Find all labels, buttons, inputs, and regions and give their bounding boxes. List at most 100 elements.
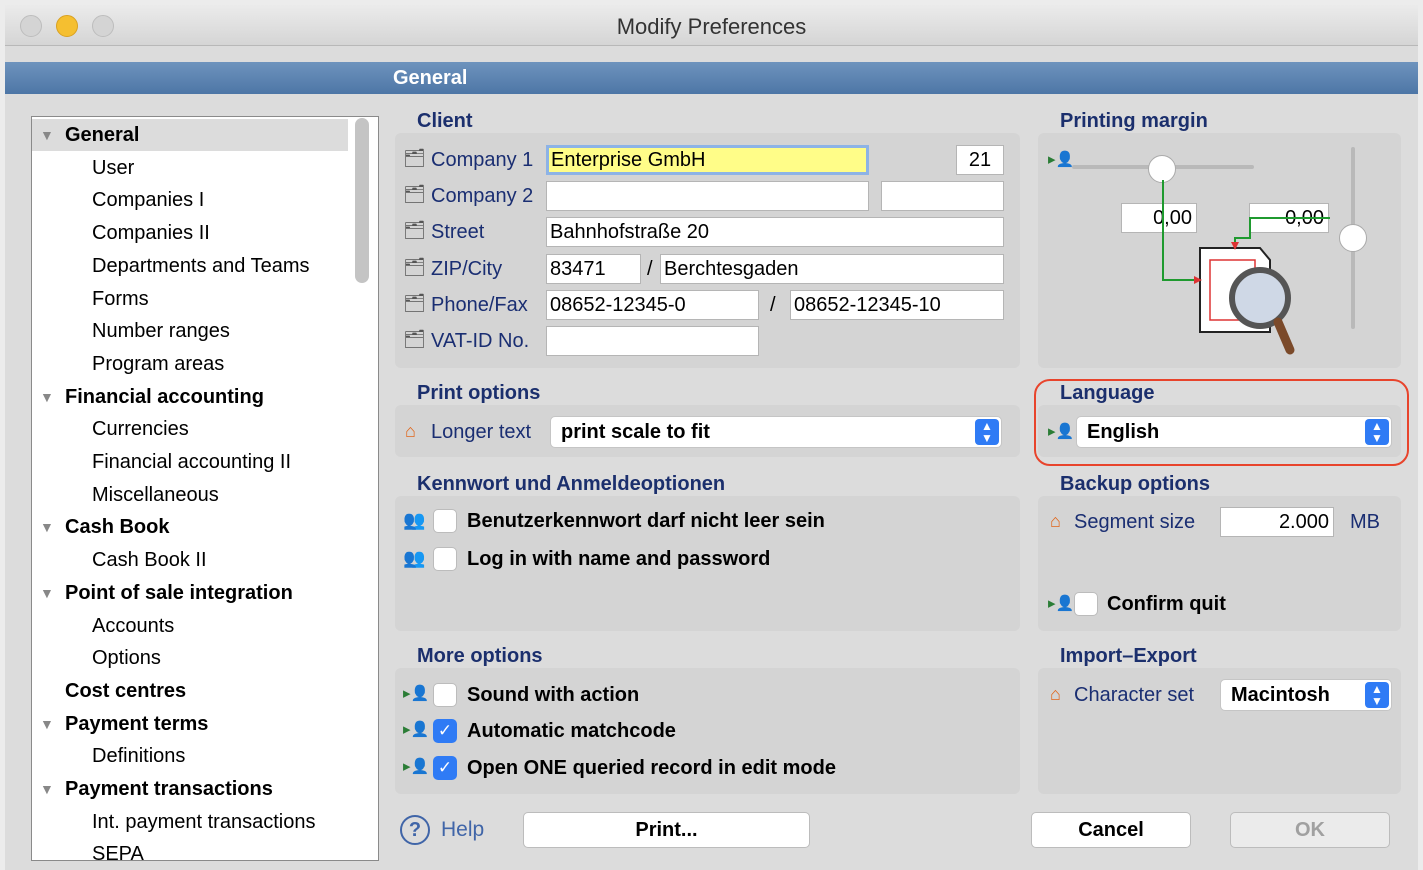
tree-item-label: Companies II: [92, 222, 210, 245]
company2-extra-field[interactable]: [881, 181, 1004, 211]
window-title: Modify Preferences: [616, 14, 807, 39]
print-options-title: Print options: [417, 382, 541, 404]
character-set-popup[interactable]: Macintosh ▲ ▼: [1220, 679, 1392, 711]
user-arrow-icon: ▸👤: [1048, 423, 1075, 440]
user-arrow-icon: ▸👤: [1048, 595, 1075, 612]
tree-item-label: General: [65, 124, 140, 146]
address-card-icon: 🗂: [403, 184, 426, 204]
user-arrow-icon: ▸👤: [403, 685, 430, 702]
confirm-quit-checkbox[interactable]: [1074, 592, 1098, 616]
magnifier-page-icon: [1162, 180, 1330, 355]
address-card-icon: 🗂: [403, 257, 426, 277]
automatic-matchcode-checkbox[interactable]: ✓: [433, 719, 457, 743]
disclosure-triangle-icon[interactable]: ▼: [40, 577, 54, 609]
chevron-updown-icon: ▲ ▼: [1365, 682, 1389, 708]
street-field[interactable]: Bahnhofstraße 20: [546, 217, 1004, 247]
print-button[interactable]: Print...: [523, 812, 810, 848]
client-title: Client: [417, 110, 473, 132]
password-not-empty-checkbox[interactable]: [433, 509, 457, 533]
disclosure-triangle-icon[interactable]: ▼: [40, 119, 54, 151]
tree-item-label: Definitions: [92, 745, 186, 768]
sound-with-action-checkbox[interactable]: [433, 683, 457, 707]
help-circle-icon[interactable]: ?: [400, 815, 430, 845]
phone-field[interactable]: 08652-12345-0: [546, 290, 759, 320]
section-title: General: [393, 67, 468, 89]
language-value: English: [1087, 421, 1160, 443]
street-label: Street: [431, 221, 485, 243]
help-link[interactable]: Help: [441, 818, 484, 842]
sound-with-action-label: Sound with action: [467, 684, 640, 706]
section-bar: [5, 62, 1418, 94]
address-card-icon: 🗂: [403, 220, 426, 240]
segment-size-field[interactable]: 2.000: [1220, 507, 1334, 537]
cancel-button[interactable]: Cancel: [1031, 812, 1191, 848]
company2-field[interactable]: [546, 181, 869, 211]
fax-field[interactable]: 08652-12345-10: [790, 290, 1004, 320]
disclosure-triangle-icon[interactable]: ▼: [40, 511, 54, 543]
password-options-title: Kennwort und Anmeldeoptionen: [417, 473, 726, 495]
tree-item-label: Currencies: [92, 418, 189, 441]
backup-options-title: Backup options: [1060, 473, 1211, 495]
printing-margin-title: Printing margin: [1060, 110, 1208, 132]
tree-item-label: Miscellaneous: [92, 483, 219, 506]
tree-item-label: Cost centres: [65, 679, 187, 702]
confirm-quit-label: Confirm quit: [1107, 593, 1226, 615]
house-icon: ⌂: [1050, 684, 1061, 704]
longer-text-value: print scale to fit: [561, 421, 710, 443]
company1-number-field[interactable]: 21: [956, 145, 1004, 175]
tree-item-label: Cash Book: [65, 516, 170, 539]
more-options-title: More options: [417, 645, 543, 667]
zip-field[interactable]: 83471: [546, 254, 641, 284]
language-popup[interactable]: English ▲ ▼: [1076, 416, 1392, 448]
open-one-record-label: Open ONE queried record in edit mode: [467, 757, 836, 779]
house-icon: ⌂: [405, 421, 416, 441]
ok-button[interactable]: OK: [1230, 812, 1390, 848]
tree-item-label: Number ranges: [92, 320, 230, 343]
tree-item-label: Departments and Teams: [92, 254, 310, 277]
people-icon: 👥: [403, 510, 426, 530]
tree-item-label: Forms: [92, 287, 149, 310]
horizontal-slider-knob[interactable]: [1148, 155, 1176, 183]
chevron-updown-icon: ▲ ▼: [1365, 419, 1389, 445]
zipcity-separator: /: [647, 258, 653, 280]
import-export-title: Import–Export: [1060, 645, 1197, 667]
disclosure-triangle-icon[interactable]: ▼: [40, 708, 54, 740]
address-card-icon: 🗂: [403, 148, 426, 168]
segment-size-label: Segment size: [1074, 511, 1196, 533]
open-one-record-checkbox[interactable]: ✓: [433, 756, 457, 780]
company2-label: Company 2: [431, 185, 534, 207]
city-field[interactable]: Berchtesgaden: [660, 254, 1004, 284]
tree-item-label: Options: [92, 647, 161, 670]
tree-item[interactable]: ▼ General: [32, 119, 348, 151]
tree-item-label: SEPA: [92, 843, 144, 861]
company1-label: Company 1: [431, 149, 534, 171]
character-set-label: Character set: [1074, 684, 1195, 706]
longer-text-label: Longer text: [431, 421, 532, 443]
tree-item-label: Financial accounting: [65, 385, 264, 408]
password-not-empty-label: Benutzerkennwort darf nicht leer sein: [467, 510, 825, 532]
tree-item-label: Point of sale integration: [65, 581, 293, 604]
automatic-matchcode-label: Automatic matchcode: [467, 720, 676, 742]
login-name-password-label: Log in with name and password: [467, 548, 771, 570]
segment-size-unit: MB: [1350, 511, 1380, 533]
preferences-tree[interactable]: ▼ General User Companies I Companies II Depar…: [31, 116, 379, 861]
vat-field[interactable]: [546, 326, 759, 356]
tree-item-label: Program areas: [92, 352, 225, 375]
tree-item-label: Cash Book II: [92, 549, 207, 572]
user-arrow-icon: ▸👤: [403, 721, 430, 738]
disclosure-triangle-icon[interactable]: ▼: [40, 381, 54, 413]
company1-field[interactable]: Enterprise GmbH: [546, 145, 869, 175]
disclosure-triangle-icon[interactable]: ▼: [40, 773, 54, 805]
longer-text-popup[interactable]: print scale to fit ▲ ▼: [550, 416, 1002, 448]
phonefax-label: Phone/Fax: [431, 294, 528, 316]
tree-item-label: Financial accounting II: [92, 451, 292, 473]
phonefax-separator: /: [770, 294, 776, 316]
tree-scrollbar[interactable]: [355, 118, 369, 283]
address-card-icon: 🗂: [403, 293, 426, 313]
character-set-value: Macintosh: [1231, 684, 1330, 706]
tree-item-label: Accounts: [92, 614, 175, 637]
login-name-password-checkbox[interactable]: [433, 547, 457, 571]
tree-item-label: User: [92, 156, 135, 179]
people-icon: 👥: [403, 548, 426, 568]
tree-item-label: Payment transactions: [65, 778, 273, 800]
